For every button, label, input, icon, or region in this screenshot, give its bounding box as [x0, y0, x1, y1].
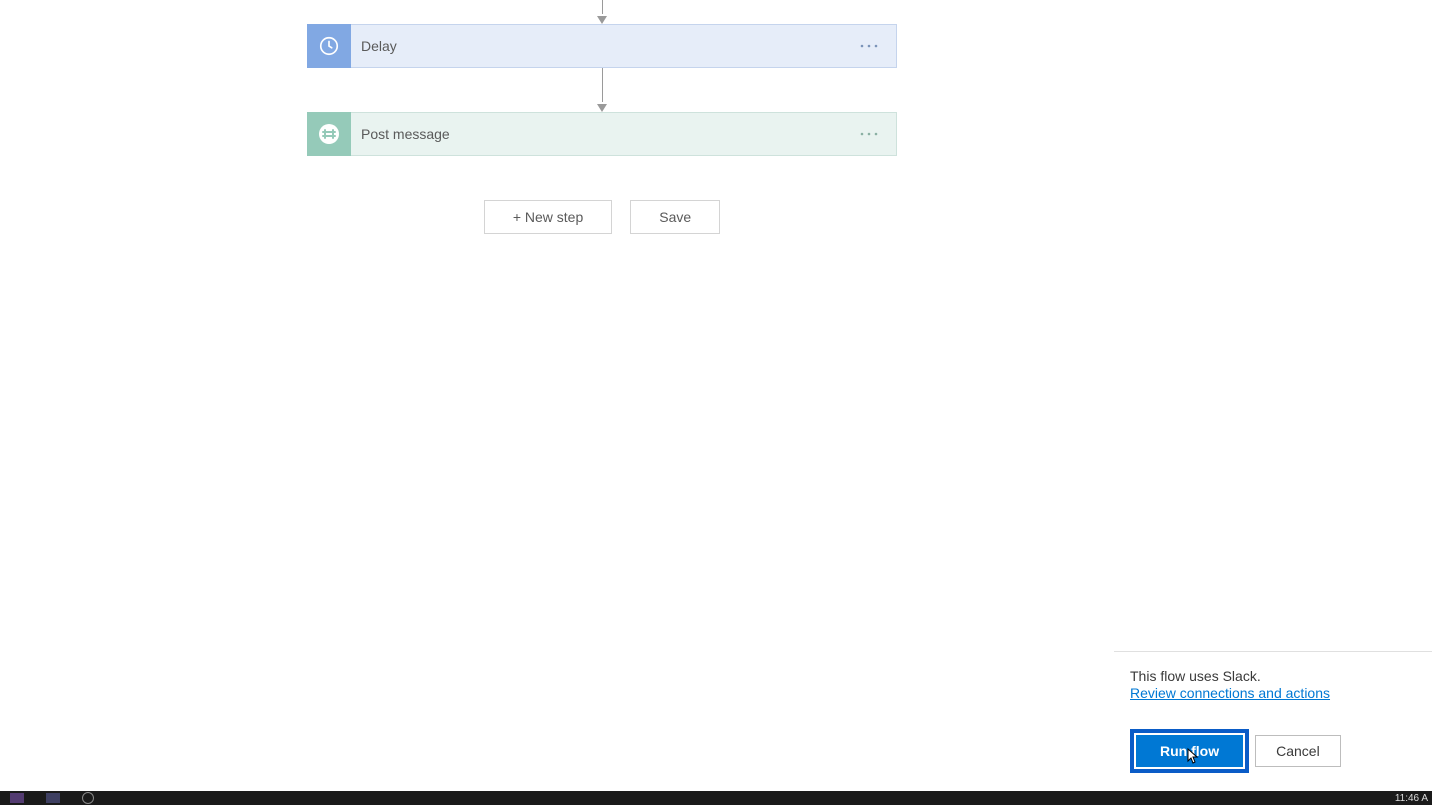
flow-canvas: Delay Post message: [0, 0, 1114, 791]
flow-connector-arrow: [307, 68, 897, 112]
review-connections-link[interactable]: Review connections and actions: [1130, 685, 1330, 701]
clock-icon: [307, 24, 351, 68]
step-more-button[interactable]: [860, 132, 896, 136]
cancel-button[interactable]: Cancel: [1255, 735, 1341, 767]
panel-footer: This flow uses Slack. Review connections…: [1114, 651, 1432, 791]
taskbar-app-icon[interactable]: [10, 793, 24, 803]
taskbar-clock[interactable]: 11:46 A: [1395, 793, 1432, 804]
step-label: Post message: [351, 126, 860, 142]
taskbar-app-icon[interactable]: [46, 793, 60, 803]
run-flow-panel: This flow uses Slack. Review connections…: [1114, 0, 1432, 791]
taskbar[interactable]: 11:46 A: [0, 791, 1432, 805]
flow-action-buttons: + New step Save: [307, 200, 897, 234]
run-flow-highlight: Run flow: [1130, 729, 1249, 773]
flow-connector-arrow: [307, 0, 897, 24]
taskbar-apps: [0, 792, 94, 804]
step-label: Delay: [351, 38, 860, 54]
flow-step-post-message[interactable]: Post message: [307, 112, 897, 156]
flow-steps-container: Delay Post message: [307, 0, 897, 234]
save-button[interactable]: Save: [630, 200, 720, 234]
flow-step-delay[interactable]: Delay: [307, 24, 897, 68]
taskbar-app-icon[interactable]: [82, 792, 94, 804]
run-flow-button[interactable]: Run flow: [1136, 735, 1243, 767]
new-step-button[interactable]: + New step: [484, 200, 612, 234]
step-more-button[interactable]: [860, 44, 896, 48]
panel-button-row: Run flow Cancel: [1130, 729, 1416, 773]
connection-info-text: This flow uses Slack.: [1130, 668, 1416, 684]
hash-icon: [307, 112, 351, 156]
